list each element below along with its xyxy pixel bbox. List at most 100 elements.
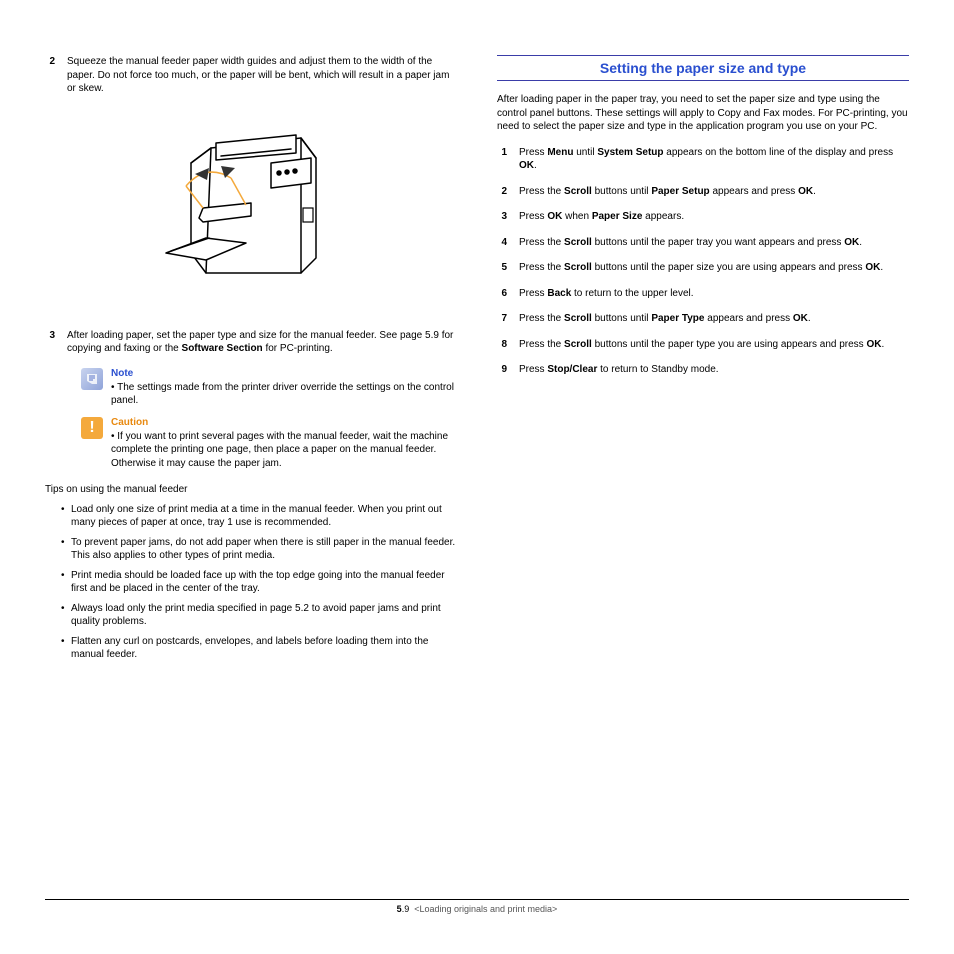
step-text: Press Menu until System Setup appears on… <box>519 146 909 173</box>
page-body: 2 Squeeze the manual feeder paper width … <box>0 0 954 668</box>
text-run: buttons until the paper size you are usi… <box>592 262 866 273</box>
page-number: .9 <box>402 904 410 914</box>
steps-list: 1Press Menu until System Setup appears o… <box>497 146 909 377</box>
step-number: 1 <box>497 146 519 173</box>
bold-run: OK <box>798 186 813 197</box>
tip-item: Flatten any curl on postcards, envelopes… <box>61 635 457 662</box>
step-number: 6 <box>497 287 519 301</box>
step-item: 6Press Back to return to the upper level… <box>497 287 909 301</box>
step-item: 2Press the Scroll buttons until Paper Se… <box>497 185 909 199</box>
bold-run: System Setup <box>597 147 663 158</box>
bold-run: Software Section <box>182 343 263 354</box>
text-run: to return to Standby mode. <box>597 364 718 375</box>
bold-run: Stop/Clear <box>547 364 597 375</box>
step-2: 2 Squeeze the manual feeder paper width … <box>45 55 457 96</box>
text-run: Press the <box>519 237 564 248</box>
note-title: Note <box>111 368 457 379</box>
text-run: Press the <box>519 186 564 197</box>
step-number: 3 <box>45 329 67 356</box>
page-footer: 5.9 <Loading originals and print media> <box>45 899 909 914</box>
text-run: buttons until the paper type you are usi… <box>592 339 867 350</box>
note-body: Note The settings made from the printer … <box>111 368 457 409</box>
step-number: 4 <box>497 236 519 250</box>
bold-run: Scroll <box>564 339 592 350</box>
tip-item: Print media should be loaded face up wit… <box>61 569 457 596</box>
step-text: Press the Scroll buttons until the paper… <box>519 236 909 250</box>
printer-illustration <box>45 108 457 311</box>
text-run: Press <box>519 288 547 299</box>
text-run: appears on the bottom line of the displa… <box>664 147 894 158</box>
bold-run: OK <box>793 313 808 324</box>
step-number: 3 <box>497 210 519 224</box>
text-run: Press the <box>519 339 564 350</box>
step-item: 1Press Menu until System Setup appears o… <box>497 146 909 173</box>
step-text: After loading paper, set the paper type … <box>67 329 457 356</box>
bold-run: OK <box>547 211 562 222</box>
bold-run: Scroll <box>564 313 592 324</box>
step-number: 2 <box>45 55 67 96</box>
step-item: 3Press OK when Paper Size appears. <box>497 210 909 224</box>
bold-run: Paper Type <box>651 313 704 324</box>
step-item: 4Press the Scroll buttons until the pape… <box>497 236 909 250</box>
text-run: appears. <box>642 211 684 222</box>
bold-run: Paper Size <box>592 211 643 222</box>
text-run: . <box>859 237 862 248</box>
step-text: Press the Scroll buttons until Paper Set… <box>519 185 909 199</box>
tip-item: Always load only the print media specifi… <box>61 602 457 629</box>
step-number: 5 <box>497 261 519 275</box>
step-item: 7Press the Scroll buttons until Paper Ty… <box>497 312 909 326</box>
left-column: 2 Squeeze the manual feeder paper width … <box>45 55 457 668</box>
text-run: . <box>881 339 884 350</box>
text-run: appears and press <box>710 186 798 197</box>
step-text: Press the Scroll buttons until the paper… <box>519 338 909 352</box>
tips-list: Load only one size of print media at a t… <box>45 503 457 662</box>
text-run: Press <box>519 211 547 222</box>
caution-bullet: If you want to print several pages with … <box>111 430 457 471</box>
step-number: 2 <box>497 185 519 199</box>
step-text: Press OK when Paper Size appears. <box>519 210 909 224</box>
tips-heading: Tips on using the manual feeder <box>45 483 457 497</box>
bold-run: Back <box>547 288 571 299</box>
footer-title: <Loading originals and print media> <box>414 904 557 914</box>
text-run: . <box>808 313 811 324</box>
bold-run: Scroll <box>564 186 592 197</box>
text-run: buttons until <box>592 186 651 197</box>
bold-run: OK <box>519 160 534 171</box>
step-text: Squeeze the manual feeder paper width gu… <box>67 55 457 96</box>
text-run: when <box>562 211 591 222</box>
caution-title: Caution <box>111 417 457 428</box>
section-header: Setting the paper size and type <box>497 55 909 81</box>
text-run: Press <box>519 364 547 375</box>
step-text: Press Stop/Clear to return to Standby mo… <box>519 363 909 377</box>
text-run: Press <box>519 147 547 158</box>
section-intro: After loading paper in the paper tray, y… <box>497 93 909 134</box>
bold-run: OK <box>865 262 880 273</box>
tip-item: Load only one size of print media at a t… <box>61 503 457 530</box>
section-title: Setting the paper size and type <box>497 60 909 76</box>
note-icon <box>81 368 103 390</box>
text-run: until <box>573 147 597 158</box>
text-run: Press the <box>519 313 564 324</box>
bold-run: Paper Setup <box>651 186 709 197</box>
bold-run: Menu <box>547 147 573 158</box>
step-item: 5Press the Scroll buttons until the pape… <box>497 261 909 275</box>
step-3: 3 After loading paper, set the paper typ… <box>45 329 457 356</box>
text-run: . <box>880 262 883 273</box>
step-text: Press Back to return to the upper level. <box>519 287 909 301</box>
caution-body: Caution If you want to print several pag… <box>111 417 457 472</box>
bold-run: Scroll <box>564 262 592 273</box>
step-number: 8 <box>497 338 519 352</box>
text-run: to return to the upper level. <box>571 288 693 299</box>
step-text: Press the Scroll buttons until the paper… <box>519 261 909 275</box>
bold-run: OK <box>844 237 859 248</box>
text-run: . <box>813 186 816 197</box>
tip-item: To prevent paper jams, do not add paper … <box>61 536 457 563</box>
text-run: for PC-printing. <box>263 343 333 354</box>
bold-run: Scroll <box>564 237 592 248</box>
printer-icon <box>151 108 351 308</box>
caution-icon: ! <box>81 417 103 439</box>
note-bullet: The settings made from the printer drive… <box>111 381 457 408</box>
text-run: buttons until <box>592 313 651 324</box>
bold-run: OK <box>866 339 881 350</box>
caution-callout: ! Caution If you want to print several p… <box>81 417 457 472</box>
